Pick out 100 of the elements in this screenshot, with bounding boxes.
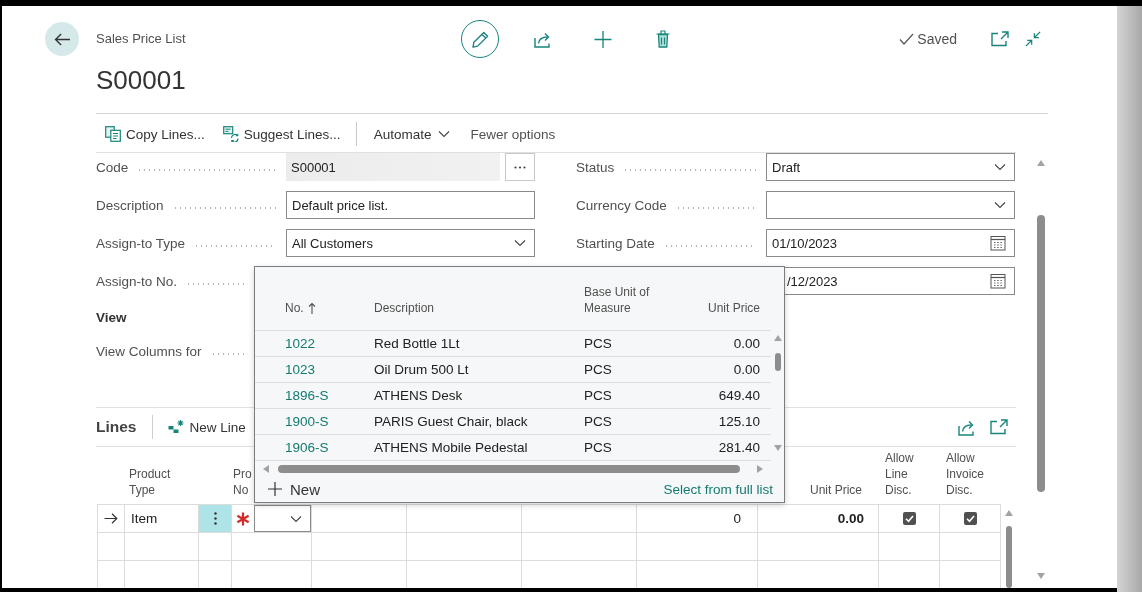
chevron-down-icon — [994, 163, 1006, 171]
table-cell-text: 649.40 — [717, 387, 761, 405]
readonly-field[interactable]: S00001 — [286, 153, 500, 181]
column-header[interactable]: Pro No — [233, 466, 253, 498]
record-title: S00001 — [96, 64, 186, 97]
section-title: Lines — [96, 418, 137, 436]
item-number-link[interactable]: 1900-S — [285, 414, 329, 429]
vertical-ellipsis-icon — [213, 512, 217, 525]
edit-button[interactable] — [461, 20, 499, 58]
new-line-icon — [168, 419, 185, 435]
page-caption: Sales Price List — [96, 30, 186, 48]
pencil-icon — [471, 30, 489, 48]
dropdown-field[interactable]: All Customers — [286, 229, 535, 257]
scroll-right-arrow-icon[interactable] — [757, 464, 763, 473]
calendar-icon — [990, 273, 1006, 289]
scrollbar-thumb[interactable] — [1037, 215, 1045, 492]
action-button[interactable]: Suggest Lines... — [217, 119, 346, 149]
item-number-link[interactable]: 1023 — [285, 362, 316, 377]
table-cell-text: PCS — [583, 387, 613, 405]
column-header[interactable]: No. — [285, 300, 316, 316]
table-cell: 0.00 — [757, 505, 878, 532]
table-cell-text: PCS — [583, 413, 613, 431]
table-cell-text: Oil Drum 500 Lt — [373, 361, 470, 379]
scroll-down-arrow-icon[interactable] — [1037, 573, 1045, 579]
item-number-link[interactable]: 1022 — [285, 336, 316, 351]
scroll-down-arrow-icon[interactable] — [773, 445, 782, 451]
new-line-button[interactable]: New Line — [163, 412, 251, 442]
action-button[interactable]: Copy Lines... — [100, 119, 210, 149]
plus-icon — [268, 482, 282, 496]
trash-icon — [656, 30, 670, 48]
copy-documents-icon — [105, 126, 121, 142]
field-label: Starting Date — [576, 235, 655, 251]
scroll-up-arrow-icon[interactable] — [1037, 160, 1045, 166]
checkbox[interactable] — [902, 512, 916, 525]
chevron-down-icon — [514, 239, 526, 247]
group-heading: View — [96, 309, 127, 325]
scroll-up-arrow-icon[interactable] — [1005, 510, 1013, 516]
scrollbar-thumb[interactable] — [1006, 526, 1012, 588]
plus-icon — [594, 30, 612, 48]
chevron-down-icon — [438, 130, 451, 138]
scrollbar-thumb[interactable] — [774, 353, 781, 371]
column-header[interactable]: Description — [374, 300, 435, 316]
field-label: Currency Code — [576, 197, 667, 213]
field-label: Code — [96, 159, 129, 175]
lookup-button[interactable] — [505, 153, 535, 181]
column-header[interactable]: Allow Invoice Disc. — [946, 450, 992, 498]
collapse-arrows-icon — [1024, 31, 1042, 47]
calendar-icon — [990, 235, 1006, 251]
table-cell: 0 — [636, 505, 757, 532]
item-number-link[interactable]: 1896-S — [285, 388, 329, 403]
toggle-button[interactable]: Fewer options — [465, 119, 561, 149]
scroll-left-arrow-icon[interactable] — [263, 464, 269, 473]
new-button[interactable]: New — [268, 477, 320, 501]
table-cell-text: 0.00 — [732, 361, 761, 379]
chevron-down-icon — [994, 201, 1006, 209]
field-label: Status — [576, 159, 615, 175]
column-header[interactable]: Base Unit of Measure — [584, 284, 656, 316]
checkmark-icon — [899, 33, 915, 45]
scroll-up-arrow-icon[interactable] — [773, 335, 782, 341]
table-cell-text: Red Bottle 1Lt — [373, 335, 461, 353]
dropdown-field[interactable] — [254, 505, 311, 532]
field-label: Assign-to No. — [96, 273, 178, 289]
table-cell-text: PARIS Guest Chair, black — [373, 413, 529, 431]
pop-out-icon — [990, 419, 1008, 435]
field-label: View Columns for — [96, 343, 202, 359]
document-refresh-icon — [222, 126, 239, 142]
ellipsis-icon — [514, 165, 526, 169]
row-actions-button[interactable] — [198, 505, 231, 532]
arrow-left-icon — [53, 32, 71, 46]
menu-button[interactable]: Automate — [368, 119, 456, 149]
checkbox[interactable] — [963, 512, 977, 525]
date-field[interactable]: 01/10/2023 — [766, 229, 1015, 257]
item-number-link[interactable]: 1906-S — [285, 440, 329, 455]
share-icon — [958, 418, 976, 436]
table-cell-text: ATHENS Mobile Pedestal — [373, 439, 529, 457]
table-row[interactable]: Item 0 0.00 — [97, 504, 1001, 532]
scrollbar-thumb[interactable] — [278, 464, 740, 473]
table-cell-text: PCS — [583, 335, 613, 353]
column-header[interactable]: Unit Price — [810, 482, 862, 498]
save-status: Saved — [917, 31, 957, 47]
column-header[interactable]: Allow Line Disc. — [885, 450, 931, 498]
share-icon — [534, 30, 552, 48]
back-button[interactable] — [45, 22, 79, 56]
table-cell-text: PCS — [583, 361, 613, 379]
dropdown-field[interactable]: Draft — [766, 153, 1015, 181]
date-field[interactable]: /12/2023 — [785, 267, 1015, 295]
table-cell-text: 0.00 — [732, 335, 761, 353]
text-field[interactable]: Default price list. — [286, 191, 535, 219]
dropdown-field[interactable] — [766, 191, 1015, 219]
chevron-down-icon — [290, 514, 302, 523]
table-cell-text: 281.40 — [717, 439, 761, 457]
column-header[interactable]: Unit Price — [708, 300, 760, 316]
table-cell-text: ATHENS Desk — [373, 387, 464, 405]
field-label: Assign-to Type — [96, 235, 186, 251]
pop-out-icon — [991, 31, 1009, 47]
column-header[interactable]: Product Type — [129, 466, 181, 498]
select-from-full-list-link[interactable]: Select from full list — [663, 481, 773, 497]
table-cell-text: PCS — [583, 439, 613, 457]
table-cell-text: 125.10 — [717, 413, 761, 431]
field-label: Description — [96, 197, 164, 213]
